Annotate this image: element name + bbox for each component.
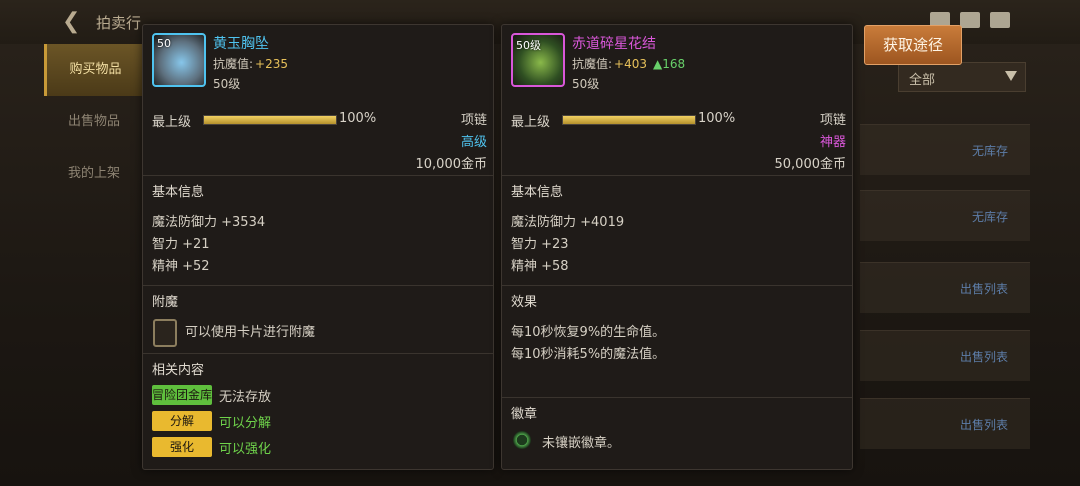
basic-info-title: 基本信息 [152, 185, 205, 200]
related-text: 可以强化 [219, 442, 272, 457]
effect-line: 每10秒消耗5%的魔法值。 [511, 347, 666, 362]
divider [502, 397, 852, 398]
item-level: 50级 [572, 77, 600, 91]
row-status: 出售列表 [959, 418, 1008, 432]
sidebar-item-buy[interactable]: 购买物品 [44, 44, 144, 96]
item-magic-resist: 抗魔值: +235 [213, 55, 288, 72]
row-status: 无库存 [971, 144, 1008, 158]
list-item[interactable]: 无库存 [860, 124, 1030, 175]
grade-label: 最上级 [511, 115, 551, 130]
item-slot: 项链 [460, 113, 487, 128]
item-icon: 50级 [511, 33, 565, 87]
filter-dropdown[interactable]: 全部 [898, 62, 1026, 92]
page-title: 拍卖行 [96, 14, 142, 32]
item-magic-resist: 抗魔值: +403 ▲168 [572, 55, 685, 72]
basic-stat: 魔法防御力 +3534 [152, 215, 266, 230]
item-rarity: 神器 [819, 135, 846, 150]
divider [502, 175, 852, 176]
basic-stat: 魔法防御力 +4019 [511, 215, 625, 230]
item-price: 50,000金币 [774, 157, 847, 172]
basic-stat: 精神 +58 [511, 259, 569, 274]
related-text: 可以分解 [219, 416, 272, 431]
list-item[interactable]: 出售列表 [860, 398, 1030, 449]
item-name: 赤道碎星花结 [572, 36, 656, 52]
divider [502, 285, 852, 286]
row-status: 无库存 [971, 210, 1008, 224]
item-tooltip-left: 50 黄玉胸坠 抗魔值: +235 50级 最上级 100% 项链 高级 10,0… [142, 24, 494, 470]
grade-percent: 100% [698, 111, 736, 126]
tag-disassemble: 分解 [152, 411, 212, 431]
related-text: 无法存放 [219, 390, 272, 405]
list-item[interactable]: 无库存 [860, 190, 1030, 241]
divider [143, 353, 493, 354]
sidebar-item-sell[interactable]: 出售物品 [44, 96, 144, 148]
stat-increase: ▲168 [653, 57, 686, 71]
related-title: 相关内容 [152, 363, 205, 378]
menu-icon[interactable] [990, 12, 1010, 28]
basic-stat: 精神 +52 [152, 259, 210, 274]
sidebar: 购买物品 出售物品 我的上架 [44, 44, 144, 200]
row-status: 出售列表 [959, 350, 1008, 364]
item-level-badge: 50级 [516, 39, 541, 52]
back-arrow-icon[interactable]: ❮ [62, 10, 86, 34]
stat-value: +235 [255, 57, 289, 71]
item-icon: 50 [152, 33, 206, 87]
divider [143, 285, 493, 286]
filter-value: 全部 [909, 73, 936, 88]
tag-adventure-vault: 冒险团金库 [152, 385, 212, 405]
get-source-button[interactable]: 获取途径 [864, 25, 962, 65]
emblem-title: 徽章 [511, 407, 538, 422]
row-status: 出售列表 [959, 282, 1008, 296]
grade-bar [203, 115, 337, 125]
basic-info-title: 基本信息 [511, 185, 564, 200]
item-name: 黄玉胸坠 [213, 36, 269, 52]
effect-line: 每10秒恢复9%的生命值。 [511, 325, 666, 340]
item-level: 50级 [213, 77, 241, 91]
chat-icon[interactable] [960, 12, 980, 28]
item-price: 10,000金币 [415, 157, 488, 172]
tag-enhance: 强化 [152, 437, 212, 457]
divider [143, 175, 493, 176]
emblem-text: 未镶嵌徽章。 [542, 436, 621, 451]
grade-percent: 100% [339, 111, 377, 126]
basic-stat: 智力 +21 [152, 237, 210, 252]
enchant-text: 可以使用卡片进行附魔 [185, 325, 316, 340]
grade-bar-fill [204, 116, 336, 124]
card-slot-icon [153, 319, 177, 347]
grade-label: 最上级 [152, 115, 192, 130]
item-level-badge: 50 [157, 37, 171, 50]
list-item[interactable]: 出售列表 [860, 330, 1030, 381]
sidebar-item-my-listings[interactable]: 我的上架 [44, 148, 144, 200]
item-rarity: 高级 [460, 135, 487, 150]
grade-bar-fill [563, 116, 695, 124]
stat-value: +403 [614, 57, 648, 71]
emblem-slot-icon [513, 431, 531, 449]
chevron-down-icon [1005, 71, 1017, 81]
grade-bar [562, 115, 696, 125]
basic-stat: 智力 +23 [511, 237, 569, 252]
effect-title: 效果 [511, 295, 538, 310]
item-tooltip-right: 50级 赤道碎星花结 抗魔值: +403 ▲168 50级 最上级 100% 项链 … [501, 24, 853, 470]
list-item[interactable]: 出售列表 [860, 262, 1030, 313]
enchant-title: 附魔 [152, 295, 179, 310]
stat-label: 抗魔值: [572, 57, 613, 71]
stat-label: 抗魔值: [213, 57, 254, 71]
item-slot: 项链 [819, 113, 846, 128]
